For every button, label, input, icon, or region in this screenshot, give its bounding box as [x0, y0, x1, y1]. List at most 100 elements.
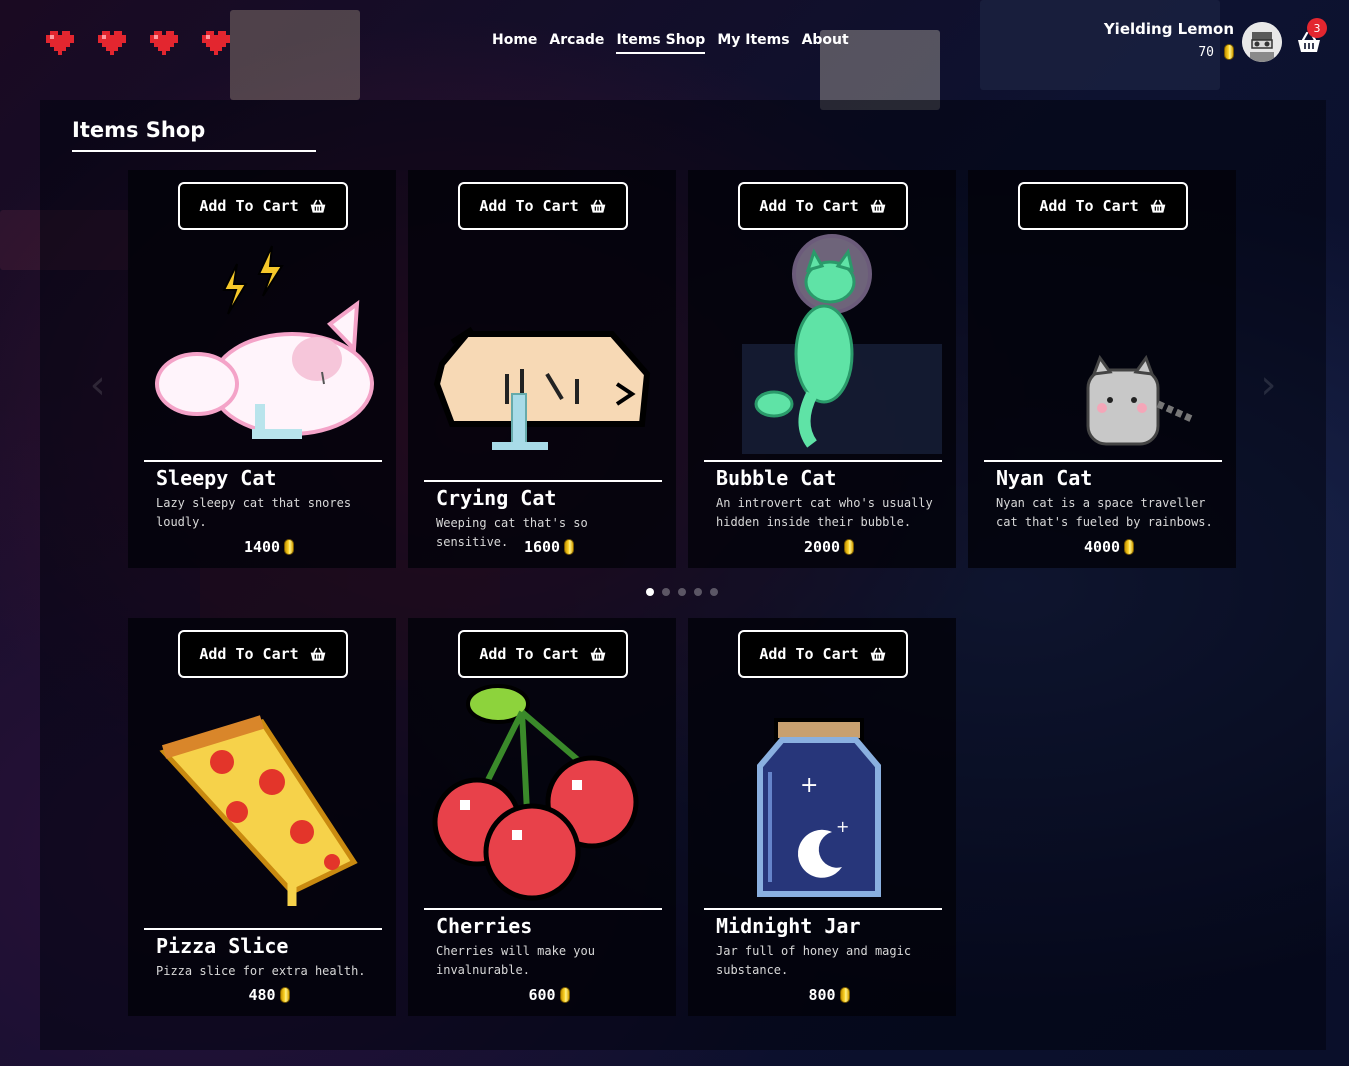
price-amount: 1600 [523, 538, 561, 556]
coin-icon [1124, 539, 1135, 555]
add-to-cart-label: Add To Cart [199, 645, 299, 663]
coin-icon [279, 987, 290, 1003]
basket-icon [590, 647, 606, 661]
product-card: Add To Cart Nyan Cat Nyan cat is a space… [968, 170, 1236, 568]
divider [144, 460, 382, 462]
carousel-dots [646, 588, 718, 596]
carousel-next-arrow[interactable]: › [1256, 365, 1280, 405]
divider [144, 928, 382, 930]
product-description: Lazy sleepy cat that snores loudly. [156, 496, 352, 529]
basket-icon [590, 199, 606, 213]
svg-text:+: + [836, 817, 849, 836]
product-price: 4000 [968, 538, 1236, 556]
price-amount: 4000 [1083, 538, 1121, 556]
carousel-dot[interactable] [662, 588, 670, 596]
product-card: Add To Cart Pizza Slice Pizza slice for … [128, 618, 396, 1016]
product-name: Pizza Slice [156, 934, 289, 958]
price-amount: 600 [528, 986, 556, 1004]
price-amount: 2000 [803, 538, 841, 556]
product-price: 480 [128, 986, 396, 1004]
product-description: Jar full of honey and magic substance. [716, 944, 912, 977]
carousel-prev-arrow[interactable]: ‹ [86, 365, 110, 405]
heart-icon [150, 31, 178, 55]
product-name: Midnight Jar [716, 914, 861, 938]
product-price: 1400 [128, 538, 396, 556]
product-name: Cherries [436, 914, 533, 938]
midnight-jar-icon: + + [702, 682, 942, 906]
page-title: Items Shop [72, 118, 316, 152]
product-price: 1600 [408, 538, 676, 556]
product-name: Sleepy Cat [156, 466, 277, 490]
basket-icon [1150, 199, 1166, 213]
coin-balance: 70 [1104, 44, 1234, 60]
add-to-cart-button[interactable]: Add To Cart [738, 630, 908, 678]
coin-icon [559, 987, 570, 1003]
add-to-cart-button[interactable]: Add To Cart [458, 630, 628, 678]
add-to-cart-label: Add To Cart [1039, 197, 1139, 215]
sleepy-cat-icon [142, 234, 382, 458]
carousel-dot[interactable] [678, 588, 686, 596]
product-description: Cherries will make you invalnurable. [436, 944, 595, 977]
nav-items-shop[interactable]: Items Shop [616, 32, 706, 54]
coin-icon [844, 539, 855, 555]
product-name: Crying Cat [436, 486, 557, 510]
product-price: 600 [408, 986, 676, 1004]
carousel-dot[interactable] [694, 588, 702, 596]
product-name: Nyan Cat [996, 466, 1093, 490]
nav-home[interactable]: Home [492, 32, 537, 54]
avatar[interactable] [1242, 22, 1282, 62]
product-card: Add To Cart Sleepy Cat Lazy sleepy cat t… [128, 170, 396, 568]
health-hearts [46, 30, 230, 56]
carousel-dot[interactable] [710, 588, 718, 596]
price-amount: 800 [808, 986, 836, 1004]
cart-count-badge: 3 [1307, 18, 1327, 38]
nav-arcade[interactable]: Arcade [549, 32, 604, 54]
svg-text:+: + [800, 773, 818, 798]
basket-icon [870, 199, 886, 213]
add-to-cart-label: Add To Cart [199, 197, 299, 215]
product-card: Add To Cart Cherries Cherries will make … [408, 618, 676, 1016]
divider [984, 460, 1222, 462]
heart-icon [46, 31, 74, 55]
coin-icon [284, 539, 295, 555]
main-nav: Home Arcade Items Shop My Items About [492, 32, 849, 54]
divider [704, 460, 942, 462]
add-to-cart-button[interactable]: Add To Cart [178, 182, 348, 230]
coin-icon [564, 539, 575, 555]
price-amount: 1400 [243, 538, 281, 556]
add-to-cart-button[interactable]: Add To Cart [458, 182, 628, 230]
pizza-slice-icon [142, 682, 382, 917]
product-price: 2000 [688, 538, 956, 556]
product-description: Pizza slice for extra health. [156, 964, 366, 978]
product-description: Nyan cat is a space traveller cat that's… [996, 496, 1213, 529]
heart-icon [98, 31, 126, 55]
heart-icon [202, 31, 230, 55]
coin-icon [1224, 44, 1234, 60]
basket-icon [870, 647, 886, 661]
add-to-cart-button[interactable]: Add To Cart [738, 182, 908, 230]
nav-about[interactable]: About [802, 32, 849, 54]
product-card: Add To Cart + + Midnight Jar Jar full of… [688, 618, 956, 1016]
basket-icon [310, 647, 326, 661]
add-to-cart-button[interactable]: Add To Cart [178, 630, 348, 678]
add-to-cart-label: Add To Cart [759, 197, 859, 215]
product-description: An introvert cat who's usually hidden in… [716, 496, 933, 529]
bubble-cat-icon [702, 234, 942, 458]
carousel-dot[interactable] [646, 588, 654, 596]
product-name: Bubble Cat [716, 466, 837, 490]
product-price: 800 [688, 986, 956, 1004]
add-to-cart-button[interactable]: Add To Cart [1018, 182, 1188, 230]
add-to-cart-label: Add To Cart [479, 645, 579, 663]
add-to-cart-label: Add To Cart [479, 197, 579, 215]
user-info: Yielding Lemon 70 [1104, 20, 1234, 60]
coin-icon [839, 987, 850, 1003]
nav-my-items[interactable]: My Items [717, 32, 789, 54]
crying-cat-icon [422, 234, 662, 458]
divider [424, 480, 662, 482]
header: Home Arcade Items Shop My Items About Yi… [0, 0, 1349, 90]
divider [704, 908, 942, 910]
divider [424, 908, 662, 910]
product-card: Add To Cart Bubble Cat An introvert cat … [688, 170, 956, 568]
username: Yielding Lemon [1103, 20, 1234, 38]
price-amount: 480 [248, 986, 276, 1004]
